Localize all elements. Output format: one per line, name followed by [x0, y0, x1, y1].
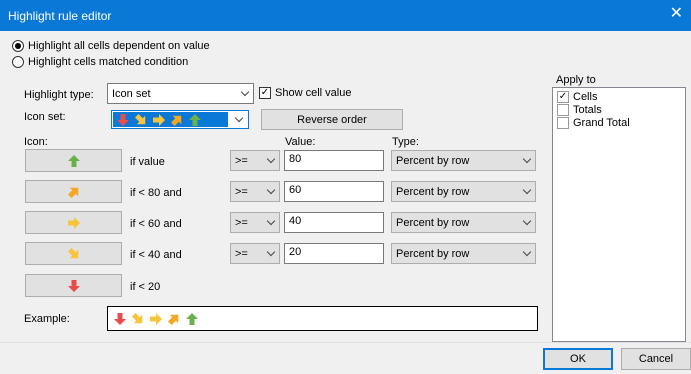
rule-value-input[interactable]: 60 [284, 181, 384, 202]
arrow-up-green-icon [186, 312, 198, 325]
apply-to-item-label: Cells [573, 91, 598, 103]
chevron-down-icon [263, 182, 279, 201]
apply-to-item-totals[interactable]: Totals [557, 104, 602, 116]
arrow-down-right-yellow-icon [67, 247, 80, 260]
rule-type-value: Percent by row [396, 216, 470, 229]
reverse-order-button[interactable]: Reverse order [261, 109, 403, 130]
show-cell-value-checkbox[interactable]: ✓ Show cell value [259, 87, 351, 99]
example-label: Example: [24, 313, 70, 325]
rule-condition-label: if < 80 and [130, 187, 182, 199]
apply-to-item-label: Totals [573, 104, 602, 116]
close-icon[interactable]: ✕ [670, 6, 683, 22]
rule-condition-label: if value [130, 156, 165, 168]
rule-operator-select[interactable]: >= [230, 243, 280, 264]
chevron-down-icon [237, 84, 253, 103]
ok-label: OK [570, 353, 586, 365]
apply-to-item-label: Grand Total [573, 117, 630, 129]
chevron-down-icon [519, 151, 535, 170]
rule-operator-value: >= [235, 154, 248, 167]
icon-column-header: Icon: [24, 136, 48, 148]
apply-to-item-cells[interactable]: ✓ Cells [557, 91, 597, 103]
rule-operator-value: >= [235, 185, 248, 198]
rule-icon-button[interactable] [25, 149, 122, 172]
type-column-header: Type: [392, 136, 419, 148]
arrow-right-yellow-icon [150, 312, 162, 325]
arrow-down-red-icon [114, 312, 126, 325]
chevron-down-icon [229, 113, 248, 123]
rule-condition-label: if < 60 and [130, 218, 182, 230]
arrow-up-green-icon [67, 154, 80, 167]
value-column-header: Value: [285, 136, 316, 148]
rule-icon-button[interactable] [25, 274, 122, 297]
rule-type-value: Percent by row [396, 247, 470, 260]
icon-set-label: Icon set: [24, 111, 66, 123]
rule-icon-button[interactable] [25, 180, 122, 203]
rule-value-input[interactable]: 80 [284, 150, 384, 171]
show-cell-value-label: Show cell value [275, 87, 352, 99]
chevron-down-icon [263, 151, 279, 170]
arrow-down-red-icon [67, 279, 80, 292]
radio-indicator-selected[interactable] [12, 40, 24, 52]
icon-set-preview [113, 112, 228, 127]
rule-operator-value: >= [235, 247, 248, 260]
apply-to-label: Apply to [556, 74, 596, 86]
checkbox-checked-icon[interactable]: ✓ [259, 87, 271, 99]
radio-highlight-matched[interactable]: Highlight cells matched condition [12, 55, 188, 69]
rule-condition-label: if < 40 and [130, 249, 182, 261]
chevron-down-icon [519, 182, 535, 201]
arrow-down-right-yellow-icon [135, 113, 147, 126]
arrow-up-right-orange-icon [168, 312, 180, 325]
radio-highlight-all[interactable]: Highlight all cells dependent on value [12, 39, 210, 53]
rule-operator-value: >= [235, 216, 248, 229]
rule-icon-button[interactable] [25, 211, 122, 234]
cancel-button[interactable]: Cancel [621, 348, 691, 370]
checkbox-checked-icon[interactable]: ✓ [557, 91, 569, 103]
rule-type-value: Percent by row [396, 185, 470, 198]
arrow-right-yellow-icon [67, 216, 80, 229]
highlight-type-select[interactable]: Icon set [107, 83, 254, 104]
ok-button[interactable]: OK [543, 348, 613, 370]
arrow-up-right-orange-icon [171, 113, 183, 126]
arrow-down-right-yellow-icon [132, 312, 144, 325]
chevron-down-icon [519, 244, 535, 263]
rule-type-select[interactable]: Percent by row [391, 212, 536, 233]
rule-operator-select[interactable]: >= [230, 150, 280, 171]
rule-type-select[interactable]: Percent by row [391, 243, 536, 264]
title-bar: Highlight rule editor ✕ [0, 0, 691, 31]
cancel-label: Cancel [638, 353, 674, 365]
rule-value-input[interactable]: 40 [284, 212, 384, 233]
arrow-right-yellow-icon [153, 113, 165, 126]
rule-value-input[interactable]: 20 [284, 243, 384, 264]
rule-operator-select[interactable]: >= [230, 181, 280, 202]
rule-type-select[interactable]: Percent by row [391, 150, 536, 171]
example-preview [107, 306, 538, 331]
checkbox-icon[interactable] [557, 104, 569, 116]
reverse-order-label: Reverse order [297, 113, 367, 126]
radio-label: Highlight all cells dependent on value [28, 40, 210, 52]
rule-type-select[interactable]: Percent by row [391, 181, 536, 202]
radio-indicator[interactable] [12, 56, 24, 68]
arrow-up-green-icon [189, 113, 201, 126]
apply-to-panel: Apply to ✓ Cells Totals Grand Total [552, 74, 686, 342]
icon-set-select[interactable] [111, 110, 249, 129]
apply-to-item-grand-total[interactable]: Grand Total [557, 117, 630, 129]
chevron-down-icon [263, 213, 279, 232]
highlight-type-label: Highlight type: [24, 89, 94, 101]
rule-operator-select[interactable]: >= [230, 212, 280, 233]
rule-condition-label: if < 20 [130, 281, 161, 293]
radio-label: Highlight cells matched condition [28, 56, 189, 68]
apply-to-list: ✓ Cells Totals Grand Total [552, 87, 686, 342]
checkbox-icon[interactable] [557, 117, 569, 129]
window-title: Highlight rule editor [8, 9, 112, 23]
rule-icon-button[interactable] [25, 242, 122, 265]
arrow-down-red-icon [117, 113, 129, 126]
footer-divider [0, 342, 691, 343]
rule-type-value: Percent by row [396, 154, 470, 167]
chevron-down-icon [263, 244, 279, 263]
highlight-type-value: Icon set [112, 87, 151, 100]
chevron-down-icon [519, 213, 535, 232]
arrow-up-right-orange-icon [67, 185, 80, 198]
